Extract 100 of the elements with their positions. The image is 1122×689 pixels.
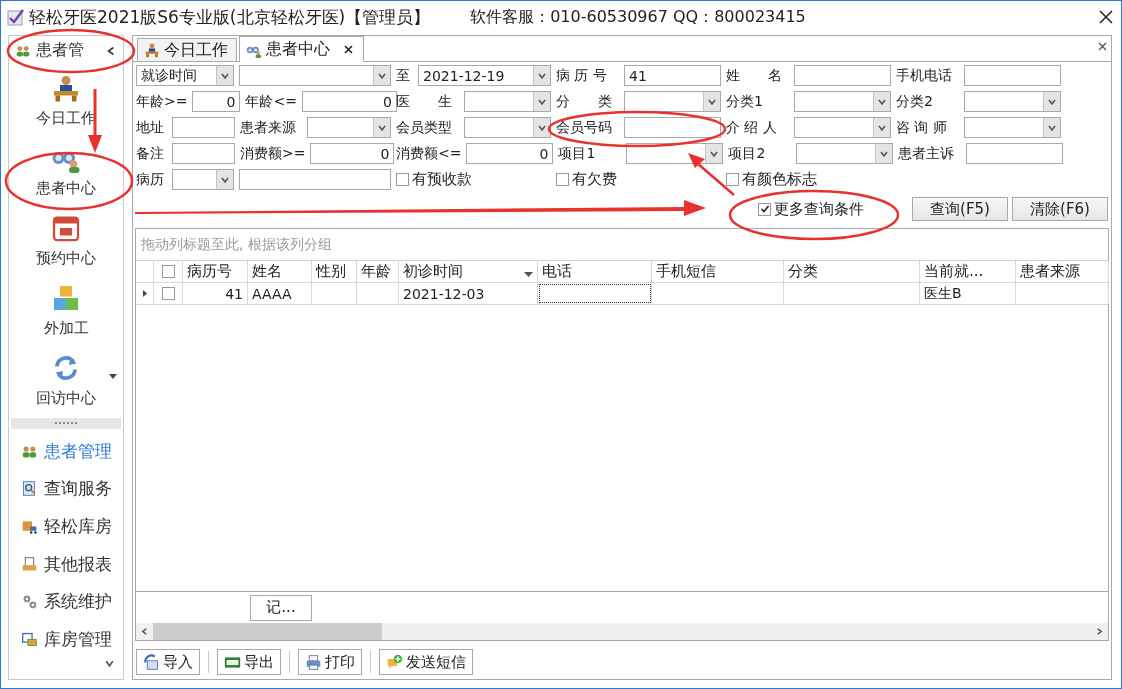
nav-item[interactable]: 患者管理	[9, 432, 123, 471]
field-label: 患者来源	[240, 118, 297, 137]
checkbox[interactable]	[161, 287, 175, 300]
sidebar-title: 患者管	[36, 40, 85, 62]
search-icon	[21, 480, 38, 498]
column-header[interactable]: 当前就...	[920, 261, 1016, 282]
dropdown-field[interactable]	[307, 117, 391, 138]
launcher-item[interactable]: 患者中心	[9, 135, 123, 206]
column-header[interactable]: 手机短信	[652, 261, 784, 282]
tab[interactable]: 今日工作	[137, 38, 237, 61]
checkbox[interactable]	[556, 173, 569, 186]
field-label: 消费额>=	[240, 144, 306, 163]
column-header[interactable]: 病历号	[183, 261, 248, 282]
scroll-right-icon	[1095, 627, 1104, 636]
field-label: 项目1	[558, 144, 597, 163]
launcher-item[interactable]: 预约中心	[9, 205, 123, 276]
close-icon[interactable]	[344, 45, 353, 54]
number-field[interactable]: 0	[301, 91, 397, 112]
number-field[interactable]: 0	[466, 143, 554, 164]
dropdown-field[interactable]	[464, 91, 551, 112]
nav-item[interactable]: 其他报表	[9, 545, 123, 583]
checkbox[interactable]	[396, 173, 409, 186]
nav-item[interactable]: 查询服务	[9, 470, 123, 508]
close-icon[interactable]	[1098, 42, 1107, 51]
column-header[interactable]: 患者来源	[1016, 261, 1109, 282]
toolbar-button[interactable]: 导出	[217, 649, 281, 675]
checkbox-option[interactable]: 有颜色标志	[726, 170, 866, 189]
checkbox[interactable]	[161, 265, 175, 278]
field-label: 分类1	[726, 92, 764, 111]
scroll-left-icon	[140, 627, 149, 636]
person-at-desk-icon	[51, 73, 81, 104]
launcher-item[interactable]: 外加工	[9, 275, 123, 346]
field-label: 姓 名	[726, 66, 783, 85]
app-logo-icon	[7, 8, 25, 26]
checkbox-option[interactable]: 有欠费	[556, 170, 721, 189]
column-header[interactable]: 电话	[538, 261, 652, 282]
more-caret-icon[interactable]	[109, 373, 117, 379]
input-field[interactable]	[624, 117, 721, 138]
column-header[interactable]: 年龄	[357, 261, 399, 282]
field-label: 至	[396, 66, 411, 85]
dropdown-field[interactable]	[964, 117, 1061, 138]
splitter-handle[interactable]	[11, 417, 121, 429]
dropdown-field[interactable]	[464, 117, 551, 138]
nav-item[interactable]: 轻松库房	[9, 507, 123, 546]
checkbox[interactable]	[758, 202, 771, 216]
dropdown-field[interactable]	[794, 117, 891, 138]
nav-item[interactable]: 系统维护	[9, 582, 123, 621]
window-title: 轻松牙医2021版S6专业版(北京轻松牙医)【管理员】	[29, 5, 431, 29]
dropdown-field[interactable]	[172, 169, 234, 190]
toolbar-button[interactable]: 发送短信	[379, 649, 473, 675]
dropdown-field[interactable]	[239, 65, 391, 86]
input-field[interactable]	[239, 169, 391, 190]
input-field[interactable]: 41	[624, 65, 721, 86]
field-label: 手机电话	[896, 66, 953, 85]
column-header[interactable]: 姓名	[248, 261, 312, 282]
action-button[interactable]: 清除(F6)	[1012, 197, 1108, 221]
number-field[interactable]: 0	[310, 143, 395, 164]
input-field[interactable]	[966, 143, 1064, 164]
column-header[interactable]: 分类	[784, 261, 920, 282]
field-label: 分类2	[896, 92, 934, 111]
launcher-item[interactable]: 回访中心	[9, 345, 123, 416]
nav-item[interactable]: 库房管理	[9, 620, 123, 658]
toolbar-button[interactable]: 打印	[298, 649, 362, 675]
person-at-desk-icon	[144, 42, 160, 58]
report-stack-icon	[21, 555, 38, 573]
dropdown-field[interactable]: 2021-12-19	[418, 65, 551, 86]
input-field[interactable]	[172, 143, 235, 164]
checkbox-option[interactable]: 有预收款	[396, 170, 551, 189]
close-icon[interactable]	[1099, 10, 1113, 24]
expand-down-icon	[104, 658, 115, 669]
column-header[interactable]: 性别	[312, 261, 357, 282]
import-icon	[143, 653, 160, 671]
field-label: 患者主诉	[898, 144, 956, 163]
input-field[interactable]	[964, 65, 1061, 86]
field-label: 年龄<=	[245, 92, 297, 111]
dropdown-field[interactable]	[624, 91, 721, 112]
column-header[interactable]: 初诊时间	[399, 261, 538, 282]
printer-icon	[305, 653, 322, 671]
dropdown-field[interactable]: 就诊时间	[136, 65, 234, 86]
summary-button[interactable]: 记...	[250, 594, 312, 621]
action-button[interactable]: 查询(F5)	[912, 197, 1008, 221]
field-label: 地址	[136, 118, 165, 137]
dropdown-field[interactable]	[794, 91, 891, 112]
calendar-icon	[51, 213, 81, 244]
collapse-icon	[105, 44, 117, 57]
checkbox[interactable]	[726, 173, 739, 186]
horizontal-scrollbar[interactable]	[136, 623, 1108, 640]
toolbar-button[interactable]: 导入	[136, 649, 200, 675]
field-label: 会员类型	[396, 118, 453, 137]
dropdown-field[interactable]	[964, 91, 1061, 112]
checkbox-option[interactable]: 更多查询条件	[758, 199, 864, 219]
box-cart-icon	[21, 518, 38, 535]
support-contact: 软件客服：010-60530967 QQ：800023415	[470, 6, 806, 28]
tab[interactable]: 患者中心	[239, 36, 364, 62]
input-field[interactable]	[794, 65, 891, 86]
table-cell: AAAA	[248, 283, 312, 304]
number-field[interactable]: 0	[192, 91, 241, 112]
sort-caret-icon[interactable]	[524, 271, 533, 277]
input-field[interactable]	[172, 117, 235, 138]
dropdown-field[interactable]	[796, 143, 894, 164]
